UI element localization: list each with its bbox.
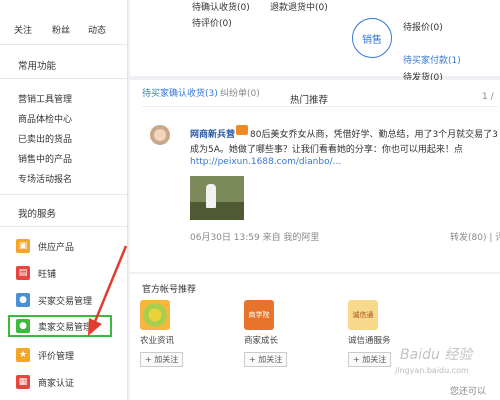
tab-feed[interactable]: 动态 — [88, 23, 106, 36]
wait-buyer-pay-link[interactable]: 待买家付款(1) — [403, 53, 461, 66]
account-name: 农业资讯 — [140, 336, 175, 346]
post-actions[interactable]: 转发(80) | 评 — [450, 230, 500, 243]
post-image[interactable] — [190, 176, 244, 220]
watermark: Baidu 经验 — [400, 347, 473, 363]
divider — [142, 106, 498, 107]
seller-icon: ● — [16, 319, 30, 333]
account-name: 商家成长 — [244, 336, 279, 346]
trade-status-panel: 待确认收货(0) 退款退货中(0) 待评价(0) 销售 待报价(0) 待买家付款… — [130, 0, 500, 83]
cert-icon: ▦ — [16, 375, 30, 389]
hot-recommend-title: 热门推荐 — [290, 95, 329, 106]
divider — [0, 44, 128, 45]
wait-quote-link[interactable]: 待报价(0) — [403, 20, 443, 33]
buyer-icon: ● — [16, 293, 30, 307]
divider — [0, 78, 128, 79]
account-card-chengxintong[interactable]: 诚信通 诚信通服务 + 加关注 — [348, 300, 408, 367]
supply-icon: ▣ — [16, 239, 30, 253]
service-label: 旺铺 — [38, 269, 57, 280]
badge-icon — [236, 125, 248, 135]
service-label: 供应产品 — [38, 242, 75, 253]
service-certification[interactable]: ▦ 商家认证 — [16, 371, 120, 393]
tab-buyer-confirm[interactable]: 待买家确认收货(3) — [142, 86, 218, 99]
wait-rate-link[interactable]: 待评价(0) — [192, 16, 232, 29]
service-label: 商家认证 — [38, 378, 75, 389]
follow-button[interactable]: + 加关注 — [244, 352, 288, 367]
common-functions-title: 常用功能 — [18, 61, 57, 72]
tab-fans[interactable]: 粉丝 — [52, 23, 70, 36]
tab-dispute[interactable]: 纠纷单(0) — [220, 86, 260, 99]
account-name: 诚信通服务 — [348, 336, 391, 346]
nav-on-sale[interactable]: 销售中的产品 — [18, 152, 72, 165]
refund-link[interactable]: 退款退货中(0) — [270, 0, 328, 13]
nav-marketing-tools[interactable]: 营销工具管理 — [18, 92, 72, 105]
follow-button[interactable]: + 加关注 — [348, 352, 392, 367]
service-label: 评价管理 — [38, 351, 75, 362]
social-tabs: 关注 粉丝 动态 — [0, 23, 128, 37]
feed-panel: 待买家确认收货(3) 纠纷单(0) 热门推荐 1 / 网商新兵营 80后美女乔女… — [130, 80, 500, 272]
official-accounts-title: 官方帐号推荐 — [142, 285, 197, 295]
account-logo: 诚信通 — [348, 300, 378, 330]
watermark-url: jingyan.baidu.com — [395, 366, 469, 375]
divider — [0, 226, 128, 227]
follow-button[interactable]: + 加关注 — [140, 352, 184, 367]
more-text: 您还可以 — [450, 387, 487, 397]
nav-sold-items[interactable]: 已卖出的货品 — [18, 132, 72, 145]
author-name[interactable]: 网商新兵营 — [190, 127, 235, 140]
account-logo — [140, 300, 170, 330]
shop-icon: ▤ — [16, 266, 30, 280]
service-rating[interactable]: ★ 评价管理 — [16, 344, 120, 366]
nav-product-check[interactable]: 商品体检中心 — [18, 112, 72, 125]
sales-circle[interactable]: 销售 — [352, 18, 392, 58]
divider — [0, 194, 128, 195]
wait-confirm-link[interactable]: 待确认收货(0) — [192, 0, 250, 13]
sidebar: 关注 粉丝 动态 常用功能 营销工具管理 商品体检中心 已卖出的货品 销售中的产… — [0, 0, 128, 400]
post-text-line2: 成为5A。她做了哪些事？让我们看看她的分享：你也可以用起来！点 — [190, 145, 463, 155]
account-card-growth[interactable]: 商学院 商家成长 + 加关注 — [244, 300, 304, 367]
my-services-title: 我的服务 — [18, 209, 57, 220]
pager[interactable]: 1 / — [482, 92, 494, 102]
rating-icon: ★ — [16, 348, 30, 362]
post-link[interactable]: http://peixun.1688.com/dianbo/... — [190, 157, 341, 167]
author-avatar[interactable] — [150, 125, 170, 145]
post-text-line1: 80后美女乔女从商，凭借好学、勤总结，用了3个月就交易了300万，月 — [250, 130, 498, 140]
account-card-agri[interactable]: 农业资讯 + 加关注 — [140, 300, 200, 367]
nav-activity-signup[interactable]: 专场活动报名 — [18, 172, 72, 185]
tab-follow[interactable]: 关注 — [14, 23, 32, 36]
post-meta: 06月30日 13:59 来自 我的阿里 — [190, 233, 320, 243]
account-logo: 商学院 — [244, 300, 274, 330]
